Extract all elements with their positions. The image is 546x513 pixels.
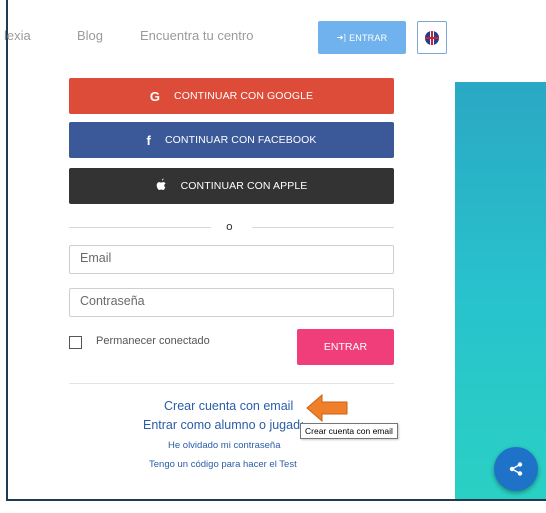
continue-facebook-button[interactable]: f CONTINUAR CON FACEBOOK (69, 122, 394, 158)
annotation-arrow-icon (306, 393, 348, 423)
continue-apple-button[interactable]: CONTINUAR CON APPLE (69, 168, 394, 204)
decorative-side-panel (455, 82, 546, 499)
student-login-link[interactable]: Entrar como alumno o jugador (143, 418, 303, 432)
divider-left (69, 227, 211, 228)
create-account-link[interactable]: Crear cuenta con email (164, 399, 293, 413)
apple-button-label: CONTINUAR CON APPLE (180, 180, 308, 192)
email-field[interactable]: Email (69, 245, 394, 274)
apple-icon (156, 178, 167, 194)
window-left-border (6, 0, 8, 500)
continue-google-button[interactable]: G CONTINUAR CON GOOGLE (69, 78, 394, 114)
nav-link-blog[interactable]: Blog (77, 28, 103, 43)
test-code-link[interactable]: Tengo un código para hacer el Test (149, 459, 297, 470)
language-button[interactable] (417, 21, 447, 54)
forgot-password-link[interactable]: He olvidado mi contraseña (168, 440, 280, 451)
login-icon: ➜] (336, 33, 347, 42)
facebook-button-label: CONTINUAR CON FACEBOOK (164, 134, 317, 146)
login-submit-button[interactable]: ENTRAR (297, 329, 394, 365)
header-enter-button[interactable]: ➜] ENTRAR (318, 21, 406, 54)
or-separator: o (226, 220, 233, 233)
window-bottom-border (6, 499, 546, 501)
nav-link-find-center[interactable]: Encuentra tu centro (140, 28, 253, 43)
nav-link-lexia[interactable]: lexia (4, 28, 31, 43)
header-enter-label: ENTRAR (349, 32, 388, 43)
password-field[interactable]: Contraseña (69, 288, 394, 317)
tooltip: Crear cuenta con email (300, 423, 398, 439)
google-icon: G (149, 88, 161, 104)
form-divider (69, 383, 394, 384)
remember-me-label[interactable]: Permanecer conectado (96, 335, 210, 347)
share-icon (509, 462, 523, 476)
share-button[interactable] (494, 447, 538, 491)
uk-flag-icon (425, 30, 439, 45)
google-button-label: CONTINUAR CON GOOGLE (174, 90, 314, 102)
remember-me-checkbox[interactable] (69, 336, 82, 349)
divider-right (252, 227, 394, 228)
facebook-icon: f (146, 132, 151, 148)
